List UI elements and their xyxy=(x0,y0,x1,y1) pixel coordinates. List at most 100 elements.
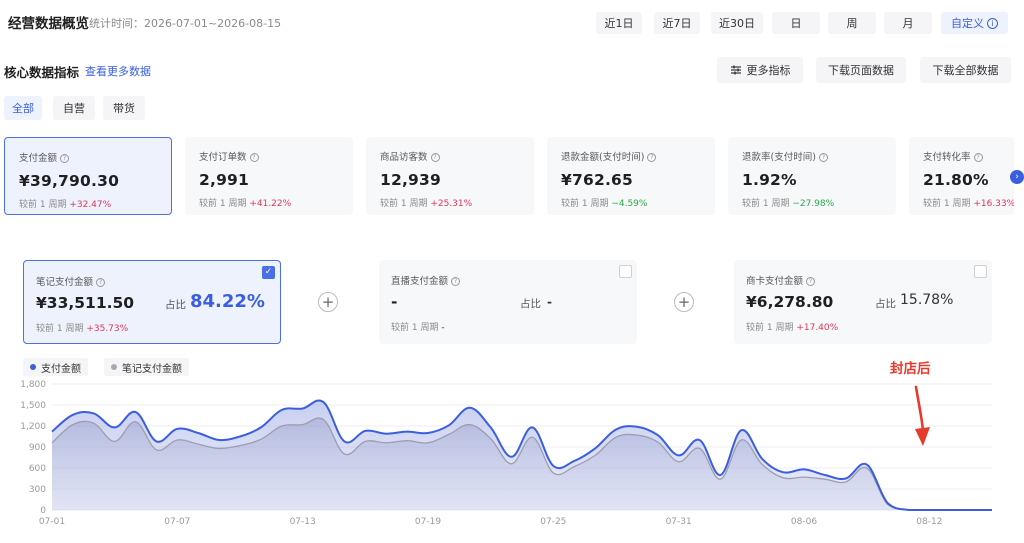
channel-delta: - xyxy=(441,323,445,333)
y-tick-label: 0 xyxy=(40,506,46,516)
channel-checkbox[interactable] xyxy=(974,265,987,278)
legend-label: 支付金额 xyxy=(41,363,81,375)
help-icon: ? xyxy=(60,154,70,163)
channel-compare: 较前 1 周期 xyxy=(36,324,84,334)
channel-delta: +35.73% xyxy=(86,324,129,334)
metric-label: 支付金额 xyxy=(19,153,58,164)
metric-delta: +32.47% xyxy=(69,200,112,210)
channel-label: 直播支付金额 xyxy=(391,276,449,287)
x-tick-label: 07-31 xyxy=(666,517,692,526)
metric-label: 退款率(支付时间) xyxy=(742,152,816,163)
x-tick-label: 08-06 xyxy=(791,517,817,526)
y-tick-label: 1,500 xyxy=(20,401,46,411)
legend-label: 笔记支付金额 xyxy=(122,363,182,375)
y-axis: 0 300 600 900 1,200 1,500 1,800 xyxy=(20,380,46,516)
channel-value: ¥6,278.80 xyxy=(746,293,834,311)
x-axis: 07-01 07-07 07-13 07-19 07-25 07-31 08-06 08-12 xyxy=(39,517,942,526)
x-tick-label: 07-01 xyxy=(39,517,65,526)
metric-card-payment[interactable]: 支付金额? ¥39,790.30 较前 1 周期 +32.47% xyxy=(4,137,172,215)
y-tick-label: 300 xyxy=(29,485,46,495)
range-day-button[interactable]: 日 xyxy=(772,12,820,34)
metric-compare: 较前 1 周期 xyxy=(561,199,609,209)
x-tick-label: 08-12 xyxy=(916,517,942,526)
area-chart: 0 300 600 900 1,200 1,500 1,800 07-01 07-07 07-1… xyxy=(20,380,992,526)
more-metrics-label: 更多指标 xyxy=(746,64,791,77)
legend-item-payment[interactable]: 支付金额 xyxy=(23,358,88,376)
channel-label: 商卡支付金额 xyxy=(746,276,804,287)
share-value: - xyxy=(547,295,552,309)
metric-card-orders[interactable]: 支付订单数? 2,991 较前 1 周期 +41.22% xyxy=(185,137,353,215)
metric-value: ¥762.65 xyxy=(561,171,633,189)
x-tick-label: 07-07 xyxy=(164,517,190,526)
channel-compare: 较前 1 周期 xyxy=(746,323,794,333)
metric-card-refund-amount[interactable]: 退款金额(支付时间)? ¥762.65 较前 1 周期 −4.59% xyxy=(547,137,715,215)
channel-checkbox[interactable] xyxy=(619,265,632,278)
more-metrics-button[interactable]: 更多指标 xyxy=(717,57,803,83)
metric-card-visitors[interactable]: 商品访客数? 12,939 较前 1 周期 +25.31% xyxy=(366,137,534,215)
range-week-button[interactable]: 周 xyxy=(828,12,876,34)
help-icon: ? xyxy=(647,153,657,162)
channel-checkbox[interactable]: ✓ xyxy=(262,266,275,279)
see-more-link[interactable]: 查看更多数据 xyxy=(85,63,151,79)
range-custom-button[interactable]: 自定义 i xyxy=(941,12,1008,34)
metric-label: 退款金额(支付时间) xyxy=(561,152,645,163)
channel-card-notes[interactable]: 笔记支付金额? ¥33,511.50 占比 84.22% 较前 1 周期 +35… xyxy=(23,260,281,344)
x-tick-label: 07-19 xyxy=(415,517,441,526)
chevron-right-icon[interactable]: › xyxy=(1010,170,1024,184)
metric-compare: 较前 1 周期 xyxy=(742,199,790,209)
metric-delta: +41.22% xyxy=(249,199,292,209)
channel-compare: 较前 1 周期 xyxy=(391,323,439,333)
channel-value: ¥33,511.50 xyxy=(36,294,135,312)
y-tick-label: 1,200 xyxy=(20,422,46,432)
share-label: 占比 xyxy=(520,298,541,310)
channel-delta: +17.40% xyxy=(796,323,839,333)
y-tick-label: 600 xyxy=(29,464,46,474)
help-icon: ? xyxy=(806,277,816,286)
metric-compare: 较前 1 周期 xyxy=(199,199,247,209)
metric-delta: +16.33% xyxy=(973,199,1014,209)
legend-item-notes[interactable]: 笔记支付金额 xyxy=(104,358,189,376)
download-all-button[interactable]: 下载全部数据 xyxy=(920,57,1011,83)
metric-card-conversion[interactable]: 支付转化率? 21.80% 较前 1 周期 +16.33% xyxy=(909,137,1014,215)
metric-compare: 较前 1 周期 xyxy=(923,199,971,209)
help-icon: ? xyxy=(973,153,983,162)
share-value: 84.22% xyxy=(190,291,265,312)
metric-compare: 较前 1 周期 xyxy=(19,200,67,210)
metric-value: 12,939 xyxy=(380,171,442,189)
legend-dot-icon xyxy=(30,364,36,370)
help-icon: ? xyxy=(249,153,259,162)
metric-value: ¥39,790.30 xyxy=(19,172,120,190)
page-title: 经营数据概览 xyxy=(8,16,89,32)
download-page-button[interactable]: 下载页面数据 xyxy=(816,57,906,83)
channel-card-live[interactable]: 直播支付金额? - 占比 - 较前 1 周期 - xyxy=(379,260,637,344)
range-30d-button[interactable]: 近30日 xyxy=(711,12,763,34)
help-icon: ? xyxy=(451,277,461,286)
metric-label: 商品访客数 xyxy=(380,152,428,163)
channel-card-product-card[interactable]: 商卡支付金额? ¥6,278.80 占比 15.78% 较前 1 周期 +17.… xyxy=(734,260,992,344)
metric-card-refund-rate[interactable]: 退款率(支付时间)? 1.92% 较前 1 周期 −27.98% xyxy=(728,137,896,215)
range-7d-button[interactable]: 近7日 xyxy=(654,12,700,34)
legend-dot-icon xyxy=(111,364,117,370)
metric-value: 2,991 xyxy=(199,171,250,189)
annotation-text: 封店后 xyxy=(890,361,931,377)
filter-self-tab[interactable]: 自营 xyxy=(53,96,95,120)
share-label: 占比 xyxy=(165,299,186,311)
share-label: 占比 xyxy=(875,298,896,310)
filter-all-tab[interactable]: 全部 xyxy=(4,96,42,120)
section-title: 核心数据指标 xyxy=(4,65,80,80)
channel-value: - xyxy=(391,293,398,311)
info-icon: i xyxy=(987,17,998,29)
y-tick-label: 900 xyxy=(29,443,46,453)
plus-icon: + xyxy=(318,292,338,312)
metric-label: 支付转化率 xyxy=(923,152,971,163)
range-month-button[interactable]: 月 xyxy=(884,12,932,34)
x-tick-label: 07-25 xyxy=(540,517,566,526)
arrow-down-icon xyxy=(914,385,930,446)
metric-delta: −27.98% xyxy=(792,199,835,209)
x-tick-label: 07-13 xyxy=(290,517,316,526)
filter-affiliate-tab[interactable]: 带货 xyxy=(103,96,145,120)
metric-delta: +25.31% xyxy=(430,199,473,209)
y-tick-label: 1,800 xyxy=(20,380,46,390)
metric-compare: 较前 1 周期 xyxy=(380,199,428,209)
range-1d-button[interactable]: 近1日 xyxy=(596,12,642,34)
